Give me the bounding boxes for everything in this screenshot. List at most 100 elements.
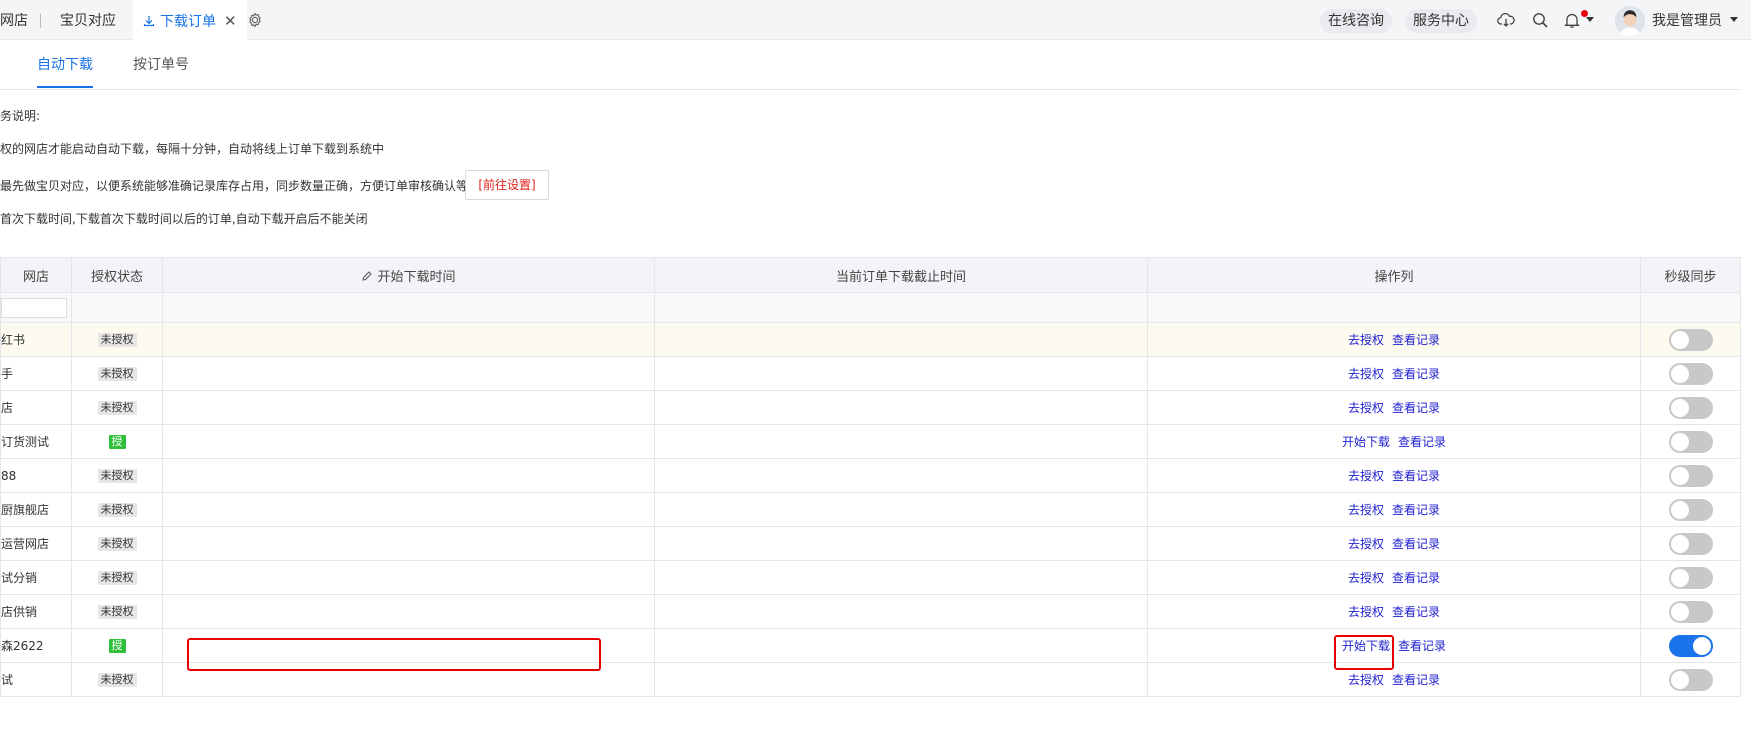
start-time-cell[interactable] (162, 594, 655, 629)
view-records-link[interactable]: 查看记录 (1392, 537, 1440, 551)
auth-status-badge: 授 (108, 435, 126, 449)
second-sync-toggle[interactable] (1668, 362, 1713, 385)
online-consult-button[interactable]: 在线咨询 (1320, 9, 1392, 33)
second-sync-toggle[interactable] (1668, 668, 1713, 691)
deadline-cell (654, 628, 1148, 663)
shop-name-cell: 店 (0, 390, 72, 425)
shop-name: 手 (1, 367, 14, 381)
view-records-link[interactable]: 查看记录 (1392, 571, 1440, 585)
tab-item-mapping[interactable]: 宝贝对应 (60, 0, 116, 40)
start-time-cell[interactable] (162, 526, 655, 561)
col-header-deadline: 当前订单下载截止时间 (654, 257, 1148, 293)
second-sync-toggle[interactable] (1668, 430, 1713, 453)
note-line-3: 首次下载时间,下载首次下载时间以后的订单,自动下载开启后不能关闭 (0, 212, 368, 226)
second-sync-toggle[interactable] (1668, 498, 1713, 521)
shop-name-cell: 厨旗舰店 (0, 492, 72, 527)
second-sync-toggle[interactable] (1668, 464, 1713, 487)
shop-name-cell: 店供销 (0, 594, 72, 629)
sync-cell (1640, 492, 1741, 527)
chevron-down-icon[interactable] (1586, 17, 1594, 22)
view-records-link[interactable]: 查看记录 (1392, 503, 1440, 517)
subtab-auto-download[interactable]: 自动下载 (37, 54, 93, 74)
auth-status-badge: 未授权 (97, 469, 137, 483)
authorize-link[interactable]: 去授权 (1348, 571, 1384, 585)
view-records-link[interactable]: 查看记录 (1392, 401, 1440, 415)
username[interactable]: 我是管理员 (1652, 0, 1722, 42)
annotation-box-start-download (1334, 635, 1394, 670)
authorize-link[interactable]: 去授权 (1348, 537, 1384, 551)
tab-shop[interactable]: 网店 (0, 0, 28, 40)
authorize-link[interactable]: 去授权 (1348, 605, 1384, 619)
sync-cell (1640, 424, 1741, 459)
authorize-link[interactable]: 去授权 (1348, 367, 1384, 381)
operations-cell: 去授权 查看记录 (1147, 458, 1641, 493)
shop-name-cell: 手 (0, 356, 72, 391)
deadline-cell (654, 424, 1148, 459)
sync-cell (1640, 458, 1741, 493)
shop-name: 森2622 (1, 639, 44, 653)
auth-status-cell: 未授权 (71, 458, 163, 493)
auth-status-badge: 授 (108, 639, 126, 653)
second-sync-toggle[interactable] (1668, 634, 1713, 657)
gear-icon[interactable] (246, 11, 264, 29)
authorize-link[interactable]: 去授权 (1348, 333, 1384, 347)
auth-status-cell: 未授权 (71, 662, 163, 697)
operations-cell: 去授权 查看记录 (1147, 526, 1641, 561)
close-tab-icon[interactable]: ✕ (224, 12, 237, 30)
sync-cell (1640, 390, 1741, 425)
filter-cell (162, 292, 655, 323)
authorize-link[interactable]: 去授权 (1348, 401, 1384, 415)
authorize-link[interactable]: 去授权 (1348, 673, 1384, 687)
second-sync-toggle[interactable] (1668, 396, 1713, 419)
second-sync-toggle[interactable] (1668, 532, 1713, 555)
view-records-link[interactable]: 查看记录 (1392, 469, 1440, 483)
operations-cell: 开始下载 查看记录 (1147, 628, 1641, 663)
subtab-by-order-number[interactable]: 按订单号 (133, 54, 189, 74)
start-time-cell[interactable] (162, 458, 655, 493)
notes-heading: 务说明: (0, 109, 41, 123)
start-time-cell[interactable] (162, 424, 655, 459)
tab-download-orders-label: 下载订单 (160, 14, 216, 30)
view-records-link[interactable]: 查看记录 (1392, 605, 1440, 619)
shop-filter-input[interactable] (1, 297, 67, 318)
second-sync-toggle[interactable] (1668, 328, 1713, 351)
table-row: 店供销 未授权 去授权 查看记录 (0, 594, 1741, 629)
shop-name-cell: 森2622 (0, 628, 72, 663)
auth-status-cell: 授 (71, 424, 163, 459)
start-time-cell[interactable] (162, 322, 655, 357)
second-sync-toggle[interactable] (1668, 566, 1713, 589)
auth-status-cell: 未授权 (71, 526, 163, 561)
auth-status-badge: 未授权 (97, 571, 137, 585)
view-records-link[interactable]: 查看记录 (1398, 435, 1446, 449)
table-row: 红书 未授权 去授权 查看记录 (0, 322, 1741, 357)
view-records-link[interactable]: 查看记录 (1392, 333, 1440, 347)
cloud-download-icon[interactable] (1497, 11, 1515, 29)
auth-status-badge: 未授权 (97, 503, 137, 517)
start-time-cell[interactable] (162, 390, 655, 425)
operations-cell: 去授权 查看记录 (1147, 356, 1641, 391)
start-time-cell[interactable] (162, 560, 655, 595)
operations-cell: 去授权 查看记录 (1147, 594, 1641, 629)
shop-name: 运营网店 (1, 537, 50, 551)
view-records-link[interactable]: 查看记录 (1392, 367, 1440, 381)
user-menu-chevron-icon[interactable] (1730, 17, 1738, 22)
bell-icon[interactable] (1563, 11, 1581, 29)
search-icon[interactable] (1531, 11, 1549, 29)
filter-cell (71, 292, 163, 323)
authorize-link[interactable]: 去授权 (1348, 503, 1384, 517)
start-time-cell[interactable] (162, 492, 655, 527)
view-records-link[interactable]: 查看记录 (1398, 639, 1446, 653)
tab-download-orders[interactable]: 下载订单 ✕ (133, 0, 247, 40)
goto-settings-button[interactable]: [前往设置] (465, 170, 549, 200)
start-time-cell[interactable] (162, 356, 655, 391)
table-row: 订货测试 授 开始下载 查看记录 (0, 424, 1741, 459)
second-sync-toggle[interactable] (1668, 600, 1713, 623)
deadline-cell (654, 322, 1148, 357)
avatar[interactable] (1615, 6, 1645, 36)
service-center-button[interactable]: 服务中心 (1405, 9, 1477, 33)
start-download-link[interactable]: 开始下载 (1342, 435, 1390, 449)
tab-divider (40, 14, 41, 28)
view-records-link[interactable]: 查看记录 (1392, 673, 1440, 687)
auth-status-badge: 未授权 (97, 367, 137, 381)
authorize-link[interactable]: 去授权 (1348, 469, 1384, 483)
